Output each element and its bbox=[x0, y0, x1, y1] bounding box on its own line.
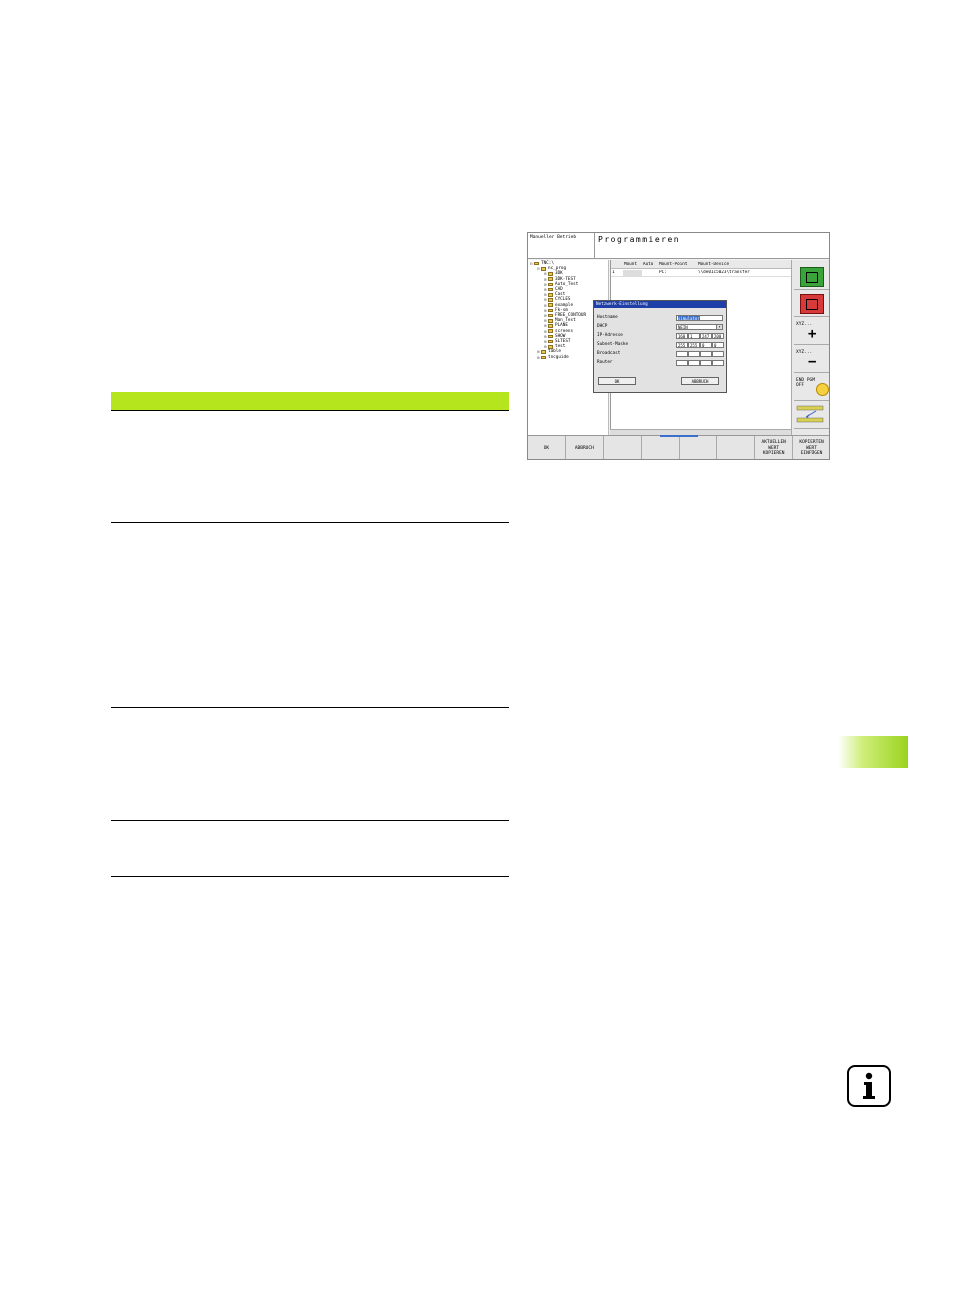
dhcp-label: DHCP bbox=[597, 324, 608, 329]
folder-icon bbox=[548, 293, 553, 297]
minus-icon: − bbox=[808, 354, 817, 370]
page-end-button[interactable] bbox=[794, 291, 829, 317]
table-header-bar bbox=[111, 392, 509, 410]
softkey-empty[interactable] bbox=[680, 436, 718, 459]
folder-icon bbox=[548, 277, 553, 281]
divider bbox=[111, 876, 509, 877]
xyz-minus-button[interactable]: XYZ... − bbox=[794, 347, 829, 373]
table-cell bbox=[623, 269, 642, 276]
subnet-octet-field[interactable]: 255 bbox=[688, 342, 700, 348]
vertical-softkey-bar: XYZ... + XYZ... − END PGM OFF bbox=[792, 260, 829, 435]
hostname-label: Hostname bbox=[597, 315, 618, 320]
tnc-screenshot: Manueller Betrieb Programmieren ⊟ TNC:\ ⊟ n… bbox=[527, 232, 830, 460]
subnet-octet-field[interactable]: 255 bbox=[676, 342, 688, 348]
softkey-bar: OK ABBRUCH AKTUELLEN WERT KOPIEREN KOPIE… bbox=[528, 435, 829, 459]
folder-icon bbox=[548, 329, 553, 333]
divider bbox=[111, 522, 509, 523]
tree-item-label: tncguide bbox=[548, 354, 569, 360]
softkey-abbruch[interactable]: ABBRUCH bbox=[566, 436, 604, 459]
column-header: Mount-Point bbox=[659, 261, 688, 267]
program-label: Programmieren bbox=[595, 233, 829, 259]
folder-icon bbox=[548, 334, 553, 339]
table-row[interactable]: 1 PC: \\de01c5023\transfer bbox=[611, 269, 792, 277]
broadcast-octet-field[interactable] bbox=[712, 351, 724, 357]
page-bottom-icon bbox=[800, 294, 824, 314]
broadcast-octet-field[interactable] bbox=[688, 351, 700, 357]
router-octet-field[interactable] bbox=[688, 360, 700, 366]
page-top-icon bbox=[800, 267, 824, 287]
router-octet-field[interactable] bbox=[712, 360, 724, 366]
end-pgm-label: END PGM OFF bbox=[796, 378, 815, 388]
ok-button[interactable]: OK bbox=[598, 377, 636, 385]
ip-label: IP-Adresse bbox=[597, 333, 623, 338]
mount-table-header: Mount Auto Mount-Point Mount-Device bbox=[611, 260, 792, 269]
folder-icon bbox=[548, 308, 553, 313]
column-header: Auto bbox=[643, 261, 654, 267]
plus-icon: + bbox=[808, 326, 817, 342]
folder-icon bbox=[548, 319, 553, 323]
subnet-octet-field[interactable]: 0 bbox=[700, 342, 712, 348]
folder-icon bbox=[548, 272, 553, 276]
folder-icon bbox=[548, 313, 553, 318]
folder-icon bbox=[548, 303, 553, 307]
cancel-button[interactable]: ABBRUCH bbox=[681, 377, 719, 385]
folder-icon bbox=[548, 287, 553, 292]
end-pgm-off-button[interactable]: END PGM OFF bbox=[794, 375, 829, 401]
column-header: Mount bbox=[624, 261, 637, 267]
router-octet-field[interactable] bbox=[676, 360, 688, 366]
folder-icon bbox=[548, 298, 553, 302]
softkey-ok[interactable]: OK bbox=[528, 436, 566, 459]
table-cell: 1 bbox=[612, 270, 615, 275]
hostname-field[interactable]: simulator bbox=[676, 315, 723, 321]
divider bbox=[111, 707, 509, 708]
broadcast-octet-field[interactable] bbox=[700, 351, 712, 357]
ip-octet-field[interactable]: 160 bbox=[676, 333, 688, 339]
dhcp-value: NEIN bbox=[678, 325, 688, 330]
folder-icon bbox=[548, 339, 553, 344]
folder-icon bbox=[541, 350, 546, 354]
router-label: Router bbox=[597, 360, 613, 365]
softkey-copy-value[interactable]: AKTUELLEN WERT KOPIEREN bbox=[755, 436, 794, 459]
softkey-page-indicator bbox=[660, 435, 698, 437]
subnet-label: Subnet-Maske bbox=[597, 342, 629, 347]
column-header: Mount-Device bbox=[698, 261, 730, 267]
divider bbox=[111, 820, 509, 821]
broadcast-octet-field[interactable] bbox=[676, 351, 688, 357]
folder-icon bbox=[541, 267, 546, 271]
softkey-paste-value[interactable]: KOPIERTEN WERT EINFÜGEN bbox=[793, 436, 829, 459]
page-begin-button[interactable] bbox=[794, 264, 829, 290]
ruler-button[interactable] bbox=[794, 403, 829, 429]
chapter-tab bbox=[838, 736, 908, 768]
divider bbox=[111, 410, 509, 411]
broadcast-label: Broadcast bbox=[597, 351, 621, 356]
folder-icon bbox=[548, 282, 553, 287]
folder-icon bbox=[534, 261, 539, 266]
ip-octet-field[interactable]: 200 bbox=[712, 333, 724, 339]
router-octet-field[interactable] bbox=[700, 360, 712, 366]
xyz-plus-button[interactable]: XYZ... + bbox=[794, 319, 829, 345]
ip-octet-field[interactable]: 247 bbox=[700, 333, 712, 339]
folder-icon bbox=[541, 355, 546, 359]
subnet-octet-field[interactable]: 0 bbox=[712, 342, 724, 348]
dialog-title: Netzwerk-Einstellung bbox=[594, 301, 726, 308]
hostname-value: simulator bbox=[678, 316, 700, 321]
table-cell: PC: bbox=[659, 270, 667, 275]
dhcp-select[interactable]: NEIN ▾ bbox=[676, 324, 723, 330]
mode-label: Manueller Betrieb bbox=[528, 233, 595, 259]
softkey-empty[interactable] bbox=[604, 436, 642, 459]
ip-octet-field[interactable]: 1 bbox=[688, 333, 700, 339]
table-cell: \\de01c5023\transfer bbox=[698, 270, 750, 275]
softkey-empty[interactable] bbox=[642, 436, 680, 459]
network-dialog: Netzwerk-Einstellung Hostname DHCP IP-Ad… bbox=[593, 300, 727, 393]
info-icon bbox=[847, 1065, 891, 1107]
softkey-empty[interactable] bbox=[717, 436, 756, 459]
chevron-down-icon[interactable]: ▾ bbox=[716, 325, 722, 329]
ruler-icon bbox=[796, 405, 824, 423]
end-pgm-icon bbox=[816, 383, 829, 396]
folder-icon bbox=[548, 324, 553, 328]
